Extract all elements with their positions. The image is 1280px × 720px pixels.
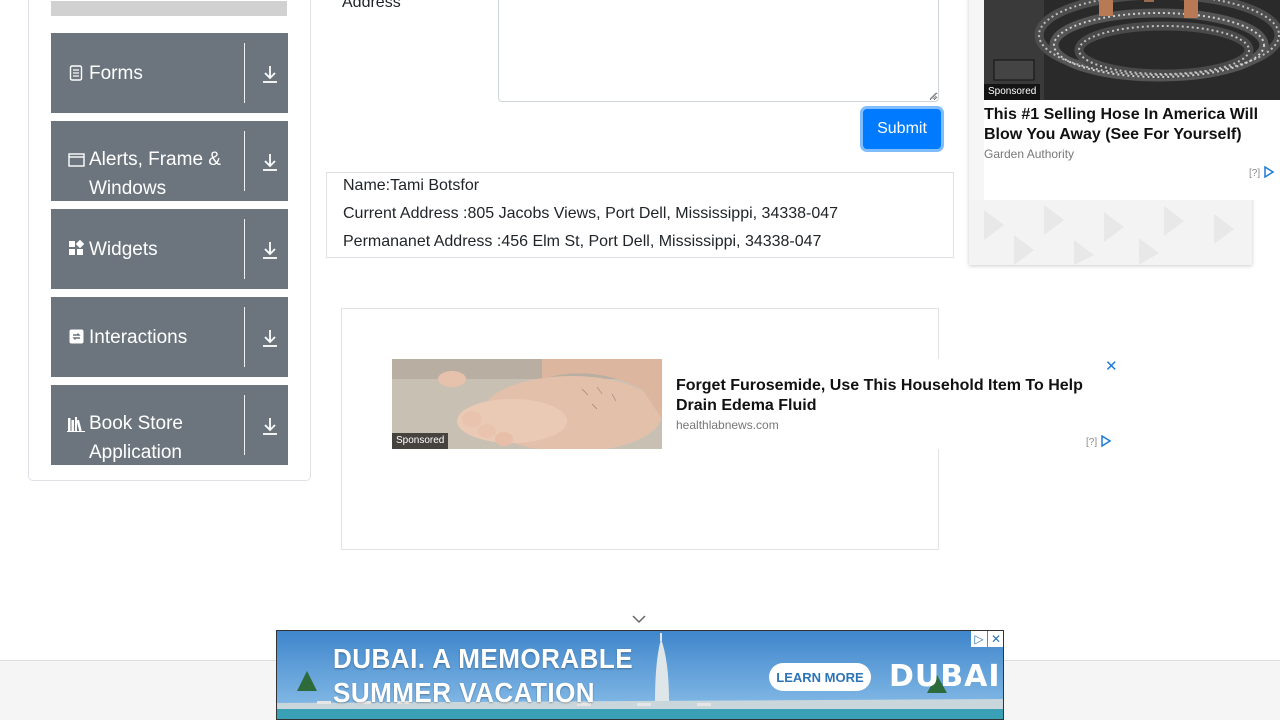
- page: Forms Alerts, Frame & Windows Widgets In…: [0, 0, 1280, 720]
- banner-ad[interactable]: DUBAI. A MEMORABLE SUMMER VACATION LEARN…: [276, 630, 1004, 720]
- download-icon[interactable]: [259, 151, 281, 173]
- ad-info-text: [?]: [1249, 168, 1261, 179]
- sidebar-item-widgets[interactable]: Widgets: [51, 209, 288, 289]
- divider: [244, 219, 245, 279]
- books-icon: [67, 415, 85, 433]
- ad-source[interactable]: Garden Authority: [984, 147, 1074, 161]
- download-icon[interactable]: [259, 327, 281, 349]
- output-permanent-address: Permananet Address :456 Elm St, Port Del…: [343, 233, 822, 250]
- sponsored-tag: Sponsored: [392, 433, 449, 449]
- ad-info[interactable]: [?]: [1249, 165, 1275, 181]
- download-icon[interactable]: [259, 415, 281, 437]
- adchoices-icon: [1100, 434, 1112, 450]
- right-ad-text-card[interactable]: This #1 Selling Hose In America Will Blo…: [984, 100, 1280, 200]
- divider: [244, 131, 245, 191]
- interactions-icon: [67, 327, 85, 345]
- sidebar: Forms Alerts, Frame & Windows Widgets In…: [28, 0, 311, 481]
- banner-logo: DUBAI: [889, 659, 1001, 694]
- sidebar-item-label: Forms: [89, 63, 143, 84]
- output-name: Name:Tami Botsfor: [343, 177, 480, 194]
- address-label: Address: [342, 0, 401, 11]
- document-icon: [67, 64, 85, 82]
- close-icon[interactable]: ✕: [1105, 357, 1118, 375]
- download-icon[interactable]: [259, 63, 281, 85]
- sidebar-item-book-store[interactable]: Book Store Application: [51, 385, 288, 465]
- sidebar-item-forms[interactable]: Forms: [51, 33, 288, 113]
- ad-image[interactable]: Sponsored: [392, 359, 662, 449]
- download-icon[interactable]: [259, 239, 281, 261]
- divider: [244, 307, 245, 367]
- sidebar-item-label: Alerts, Frame & Windows: [89, 149, 221, 199]
- adchoices-icon[interactable]: ▷: [971, 631, 987, 647]
- ad-source[interactable]: healthlabnews.com: [676, 418, 779, 432]
- ad-text-card[interactable]: Forget Furosemide, Use This Household It…: [662, 357, 1122, 450]
- output-panel: Name:Tami Botsfor Current Address :805 J…: [326, 172, 954, 258]
- permanent-address-textarea[interactable]: [498, 0, 939, 102]
- chevron-down-icon[interactable]: [631, 614, 647, 624]
- divider: [244, 43, 245, 103]
- sidebar-item-alerts[interactable]: Alerts, Frame & Windows: [51, 121, 288, 201]
- resize-grip-icon[interactable]: [928, 91, 937, 100]
- sidebar-item-label: Interactions: [89, 327, 188, 348]
- sidebar-item-label: Widgets: [89, 239, 158, 260]
- sidebar-collapsed-item[interactable]: [51, 1, 287, 16]
- widgets-icon: [67, 239, 85, 257]
- submit-button[interactable]: Submit: [863, 109, 941, 149]
- sponsored-tag: Sponsored: [984, 84, 1041, 100]
- banner-headline-1: DUBAI. A MEMORABLE: [333, 643, 634, 674]
- adchoices-icon: [1263, 165, 1275, 181]
- banner-headline-2: SUMMER VACATION: [333, 677, 596, 708]
- banner-learn-more-button[interactable]: LEARN MORE: [769, 663, 871, 691]
- right-ad-image[interactable]: Sponsored: [984, 0, 1280, 100]
- window-icon: [67, 151, 85, 169]
- ad-background-pattern: [969, 200, 1252, 265]
- output-current-address: Current Address :805 Jacobs Views, Port …: [343, 205, 839, 222]
- ad-info-text: [?]: [1086, 437, 1098, 448]
- close-icon[interactable]: ✕: [988, 631, 1003, 647]
- sidebar-item-interactions[interactable]: Interactions: [51, 297, 288, 377]
- ad-title[interactable]: Forget Furosemide, Use This Household It…: [676, 376, 1096, 416]
- ad-info[interactable]: [?]: [1086, 434, 1112, 450]
- divider: [244, 395, 245, 455]
- sidebar-item-label: Book Store Application: [89, 413, 183, 463]
- ad-title[interactable]: This #1 Selling Hose In America Will Blo…: [984, 105, 1274, 145]
